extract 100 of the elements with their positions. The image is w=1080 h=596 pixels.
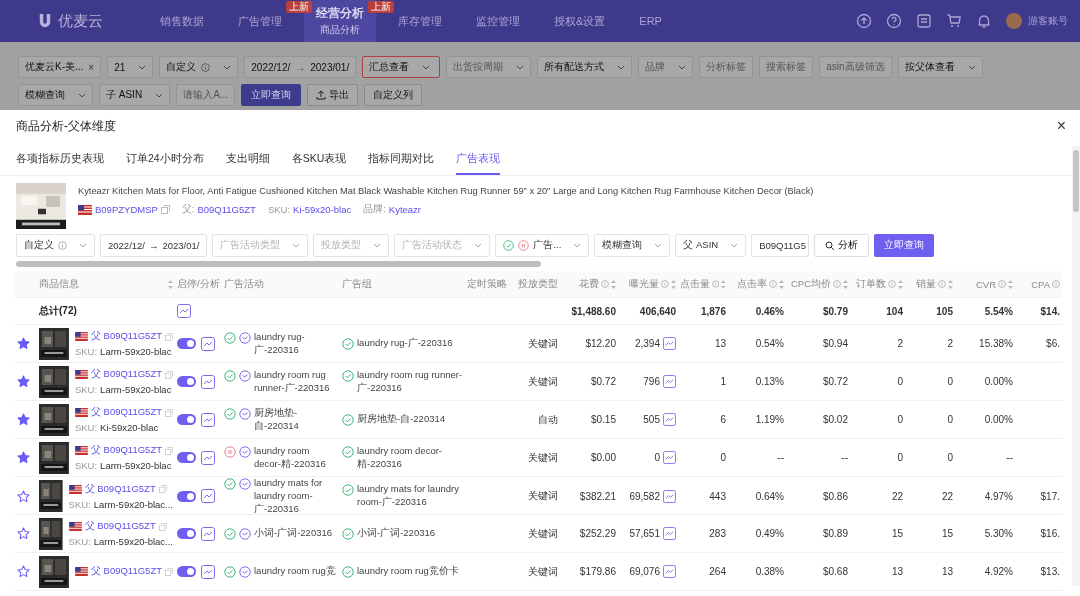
star-icon[interactable] bbox=[17, 375, 30, 388]
export-button[interactable]: 导出 bbox=[307, 84, 359, 106]
bell-icon[interactable] bbox=[976, 13, 992, 29]
chart-icon[interactable] bbox=[201, 374, 215, 389]
chart-icon[interactable] bbox=[663, 489, 676, 503]
analyze-button[interactable]: 分析 bbox=[814, 234, 870, 257]
meta-link[interactable]: Kyteazr bbox=[388, 204, 422, 215]
chart-icon[interactable] bbox=[663, 375, 676, 388]
toggle-switch[interactable] bbox=[177, 566, 196, 577]
filter-select[interactable]: 汇总查看 bbox=[362, 56, 441, 78]
filter-select[interactable]: 出货按周期 bbox=[446, 56, 532, 78]
user-name[interactable]: 游客账号 bbox=[1028, 14, 1068, 28]
avatar[interactable] bbox=[1006, 13, 1022, 29]
nav-tab[interactable]: 监控管理 bbox=[464, 0, 532, 42]
search-button[interactable]: 立即查询 bbox=[241, 84, 302, 106]
filter-select[interactable]: 模糊查询 bbox=[18, 84, 93, 106]
filter-select[interactable]: 模糊查询 bbox=[594, 234, 671, 257]
tab[interactable]: 订单24小时分布 bbox=[126, 146, 204, 175]
column-header[interactable]: 广告活动 bbox=[224, 277, 264, 291]
toggle-switch[interactable] bbox=[177, 414, 196, 425]
filter-select[interactable]: 品牌 bbox=[638, 56, 694, 78]
parent-asin-link[interactable]: 父 B09Q11G5ZT bbox=[84, 520, 156, 533]
tab[interactable]: 广告表现 bbox=[456, 146, 501, 175]
filter-select[interactable]: 父 ASIN bbox=[675, 234, 747, 257]
date-range-field[interactable]: 2022/12/ → 2023/01/ bbox=[244, 56, 357, 78]
tab[interactable]: 各SKU表现 bbox=[291, 146, 347, 175]
filter-select[interactable]: 自定义 bbox=[16, 234, 95, 257]
toggle-switch[interactable] bbox=[177, 452, 196, 463]
vertical-scrollbar[interactable] bbox=[1073, 150, 1079, 212]
date-range-field[interactable]: 2022/12/ → 2023/01/ bbox=[100, 234, 208, 257]
column-header[interactable]: 商品信息 bbox=[39, 277, 79, 291]
filter-input[interactable]: 搜索标签 bbox=[759, 56, 814, 78]
custom-columns-button[interactable]: 自定义列 bbox=[364, 84, 423, 106]
store-select[interactable]: 优麦云K-美... × bbox=[18, 56, 102, 78]
column-header[interactable]: CPC均价 bbox=[790, 277, 831, 291]
chart-icon[interactable] bbox=[663, 337, 676, 350]
chart-icon[interactable] bbox=[201, 489, 215, 504]
horizontal-scrollbar[interactable] bbox=[16, 261, 541, 267]
sort-icon[interactable] bbox=[721, 279, 726, 289]
sort-icon[interactable] bbox=[898, 279, 903, 289]
chart-icon[interactable] bbox=[201, 412, 215, 427]
chart-icon[interactable] bbox=[201, 564, 215, 579]
parent-asin-link[interactable]: 父 B09Q11G5ZT bbox=[90, 406, 162, 419]
toggle-switch[interactable] bbox=[177, 376, 196, 387]
filter-input[interactable]: asin高级筛选 bbox=[819, 56, 892, 78]
star-icon[interactable] bbox=[17, 337, 30, 350]
chart-icon[interactable] bbox=[201, 336, 215, 351]
chart-icon[interactable] bbox=[663, 527, 676, 540]
chart-icon[interactable] bbox=[177, 304, 191, 318]
nav-tab[interactable]: ERP bbox=[627, 0, 674, 42]
chart-icon[interactable] bbox=[663, 451, 676, 464]
upload-icon[interactable] bbox=[856, 13, 872, 29]
cart-icon[interactable] bbox=[946, 13, 962, 29]
column-header[interactable]: 花费 bbox=[579, 277, 599, 291]
star-icon[interactable] bbox=[17, 451, 30, 464]
parent-asin-link[interactable]: 父 B09Q11G5ZT bbox=[90, 368, 162, 381]
tab[interactable]: 各项指标历史表现 bbox=[16, 146, 104, 175]
chart-icon[interactable] bbox=[663, 413, 676, 426]
toggle-switch[interactable] bbox=[177, 528, 196, 539]
column-header[interactable]: 点击量 bbox=[680, 277, 710, 291]
column-header[interactable]: 广告组 bbox=[342, 277, 372, 291]
filter-select[interactable]: 按父体查看 bbox=[897, 56, 983, 78]
sort-icon[interactable] bbox=[779, 279, 784, 289]
list-icon[interactable] bbox=[916, 13, 932, 29]
chart-icon[interactable] bbox=[663, 565, 676, 578]
chart-icon[interactable] bbox=[201, 450, 215, 465]
meta-link[interactable]: B09Q11G5ZT bbox=[197, 204, 256, 215]
sort-icon[interactable] bbox=[843, 279, 848, 289]
filter-input[interactable]: 请输入A... bbox=[176, 84, 236, 106]
sort-icon[interactable] bbox=[168, 279, 173, 289]
close-button[interactable]: × bbox=[1056, 117, 1066, 135]
filter-input[interactable]: 分析标签 bbox=[699, 56, 754, 78]
star-icon[interactable] bbox=[17, 565, 30, 578]
star-icon[interactable] bbox=[17, 527, 30, 540]
parent-asin-link[interactable]: 父 B09Q11G5ZT bbox=[90, 565, 162, 578]
parent-asin-link[interactable]: 父 B09Q11G5ZT bbox=[90, 444, 162, 457]
column-header[interactable]: 销量 bbox=[916, 277, 936, 291]
column-header[interactable]: 曝光量 bbox=[629, 277, 659, 291]
toggle-switch[interactable] bbox=[177, 338, 196, 349]
nav-tab[interactable]: 授权&设置 bbox=[542, 0, 618, 42]
nav-tab[interactable]: 销售数据 bbox=[148, 0, 216, 42]
filter-select[interactable]: 所有配送方式 bbox=[537, 56, 633, 78]
parent-asin-link[interactable]: 父 B09Q11G5ZT bbox=[84, 482, 156, 496]
asin-input[interactable]: B09Q11G5 bbox=[751, 234, 810, 257]
tab[interactable]: 指标同期对比 bbox=[368, 146, 435, 175]
parent-asin-link[interactable]: 父 B09Q11G5ZT bbox=[90, 330, 162, 343]
column-header[interactable]: CPA bbox=[1031, 278, 1050, 290]
column-header[interactable]: 启停/分析 bbox=[177, 277, 220, 291]
filter-select[interactable]: 子 ASIN bbox=[99, 84, 171, 106]
tab[interactable]: 支出明细 bbox=[225, 146, 270, 175]
status-select[interactable]: 广告... bbox=[495, 234, 590, 257]
filter-select[interactable]: 21 bbox=[107, 56, 154, 78]
meta-link[interactable]: Ki-59x20-blac bbox=[293, 204, 352, 215]
filter-select[interactable]: 自定义 bbox=[159, 56, 239, 78]
asin-link[interactable]: B09PZYDMSP bbox=[95, 204, 158, 215]
column-header[interactable]: 定时策略 bbox=[467, 277, 507, 291]
sort-icon[interactable] bbox=[1008, 279, 1013, 289]
help-icon[interactable] bbox=[886, 13, 902, 29]
sort-icon[interactable] bbox=[948, 279, 953, 289]
star-icon[interactable] bbox=[17, 489, 30, 503]
